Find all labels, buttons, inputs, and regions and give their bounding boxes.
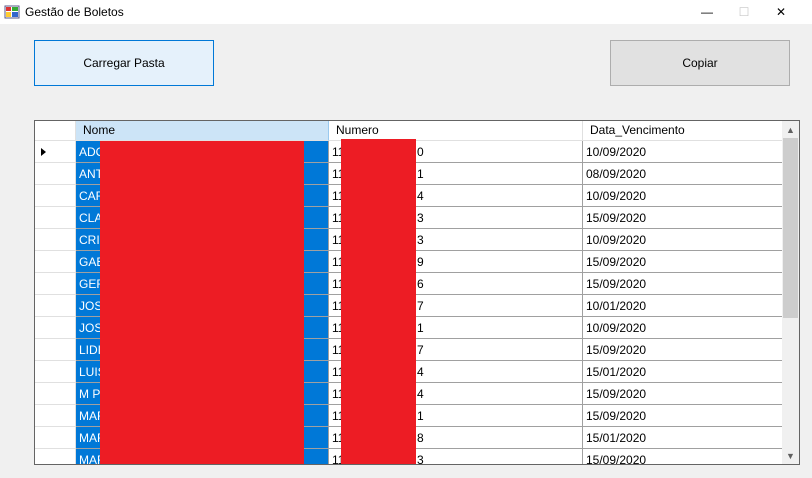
redaction-numero: [341, 139, 416, 464]
numero-suffix: 0: [417, 145, 424, 159]
app-icon: [4, 5, 20, 19]
cell-data-vencimento[interactable]: 15/09/2020: [583, 251, 784, 273]
row-header[interactable]: [35, 405, 76, 427]
cell-data-vencimento[interactable]: 15/09/2020: [583, 383, 784, 405]
numero-suffix: 3: [417, 211, 424, 225]
numero-suffix: 6: [417, 277, 424, 291]
numero-suffix: 4: [417, 189, 424, 203]
column-header-numero[interactable]: Numero: [329, 121, 583, 141]
numero-suffix: 9: [417, 255, 424, 269]
cell-data-vencimento[interactable]: 15/01/2020: [583, 361, 784, 383]
row-header[interactable]: [35, 273, 76, 295]
cell-data-vencimento[interactable]: 15/09/2020: [583, 339, 784, 361]
column-header-data-vencimento[interactable]: Data_Vencimento: [583, 121, 784, 141]
row-header[interactable]: [35, 163, 76, 185]
cell-data-vencimento[interactable]: 10/09/2020: [583, 185, 784, 207]
row-header[interactable]: [35, 185, 76, 207]
cell-data-vencimento[interactable]: 10/09/2020: [583, 317, 784, 339]
row-header[interactable]: [35, 251, 76, 273]
numero-suffix: 1: [417, 167, 424, 181]
numero-suffix: 1: [417, 321, 424, 335]
cell-data-vencimento[interactable]: 10/01/2020: [583, 295, 784, 317]
cell-data-vencimento[interactable]: 15/01/2020: [583, 427, 784, 449]
row-header[interactable]: [35, 339, 76, 361]
scroll-down-arrow-icon[interactable]: ▼: [782, 447, 799, 464]
row-header[interactable]: [35, 207, 76, 229]
copy-button[interactable]: Copiar: [610, 40, 790, 86]
cell-data-vencimento[interactable]: 15/09/2020: [583, 273, 784, 295]
title-bar: Gestão de Boletos — ☐ ✕: [0, 0, 812, 24]
close-button[interactable]: ✕: [758, 0, 804, 24]
cell-data-vencimento[interactable]: 15/09/2020: [583, 207, 784, 229]
row-header[interactable]: [35, 141, 76, 163]
cell-data-vencimento[interactable]: 15/09/2020: [583, 405, 784, 427]
numero-suffix: 7: [417, 343, 424, 357]
row-header[interactable]: [35, 361, 76, 383]
row-header[interactable]: [35, 383, 76, 405]
load-folder-button[interactable]: Carregar Pasta: [34, 40, 214, 86]
row-header[interactable]: [35, 229, 76, 251]
row-header[interactable]: [35, 295, 76, 317]
redaction-nome: [100, 141, 304, 464]
numero-suffix: 3: [417, 453, 424, 465]
numero-suffix: 8: [417, 431, 424, 445]
scroll-up-arrow-icon[interactable]: ▲: [782, 121, 799, 138]
row-header-corner[interactable]: [35, 121, 76, 141]
close-icon: ✕: [775, 5, 787, 19]
vertical-scrollbar[interactable]: ▲ ▼: [782, 121, 799, 464]
numero-suffix: 7: [417, 299, 424, 313]
column-header-nome[interactable]: Nome: [76, 121, 329, 141]
row-header[interactable]: [35, 449, 76, 464]
numero-suffix: 4: [417, 387, 424, 401]
row-header[interactable]: [35, 317, 76, 339]
cell-data-vencimento[interactable]: 15/09/2020: [583, 449, 784, 464]
numero-suffix: 1: [417, 409, 424, 423]
numero-suffix: 3: [417, 233, 424, 247]
cell-data-vencimento[interactable]: 08/09/2020: [583, 163, 784, 185]
window-title: Gestão de Boletos: [25, 5, 124, 19]
maximize-icon: ☐: [738, 5, 750, 19]
numero-suffix: 4: [417, 365, 424, 379]
scroll-thumb[interactable]: [783, 138, 798, 318]
boletos-grid[interactable]: Nome Numero Data_Vencimento ADO 11 0 10/09/…: [34, 120, 800, 465]
minimize-icon: —: [701, 5, 713, 19]
row-header[interactable]: [35, 427, 76, 449]
current-row-arrow-icon: [41, 148, 46, 156]
cell-data-vencimento[interactable]: 10/09/2020: [583, 229, 784, 251]
cell-data-vencimento[interactable]: 10/09/2020: [583, 141, 784, 163]
